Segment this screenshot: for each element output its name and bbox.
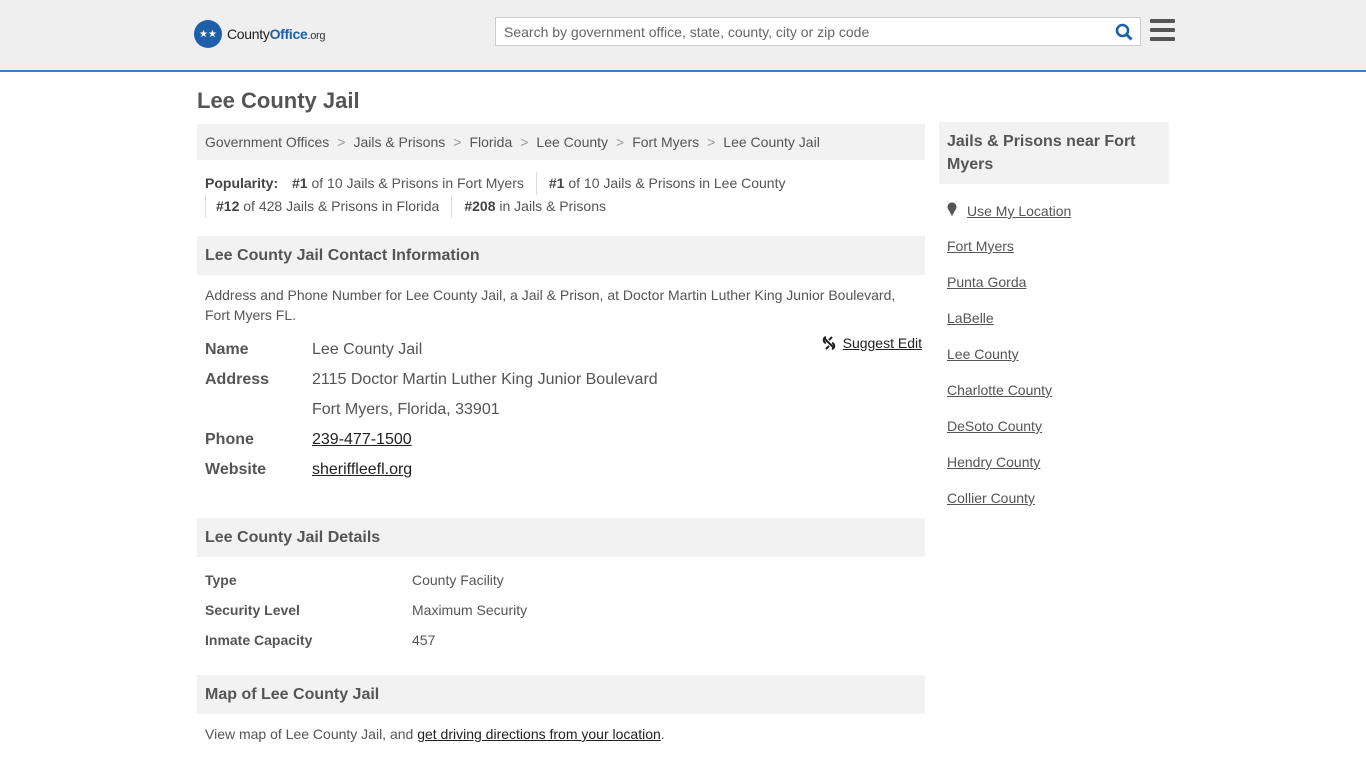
- map-text: View map of Lee County Jail, and get dri…: [205, 726, 665, 742]
- popularity-item: #1 of 10 Jails & Prisons in Fort Myers: [292, 175, 524, 191]
- sidebar-link[interactable]: LaBelle: [947, 310, 994, 326]
- breadcrumb-item[interactable]: Fort Myers: [632, 134, 699, 150]
- map-marker-icon: [947, 202, 957, 216]
- suggest-edit[interactable]: Suggest Edit: [821, 335, 922, 351]
- breadcrumb-item[interactable]: Jails & Prisons: [353, 134, 445, 150]
- suggest-edit-link[interactable]: Suggest Edit: [843, 335, 922, 351]
- search-button[interactable]: [1108, 18, 1140, 45]
- website-label: Website: [205, 461, 267, 478]
- contact-heading: Lee County Jail Contact Information: [197, 236, 925, 275]
- phone-link[interactable]: 239-477-1500: [312, 431, 412, 448]
- breadcrumb-item[interactable]: Government Offices: [205, 134, 329, 150]
- sidebar-link[interactable]: Lee County: [947, 346, 1019, 362]
- sidebar-link[interactable]: Collier County: [947, 490, 1035, 506]
- breadcrumb-item[interactable]: Lee County Jail: [723, 134, 820, 150]
- breadcrumb: Government Offices > Jails & Prisons > Flori…: [197, 124, 925, 160]
- logo[interactable]: ★★ CountyOffice.org: [194, 20, 326, 48]
- name-label: Name: [205, 341, 249, 358]
- breadcrumb-separator: >: [453, 134, 462, 150]
- breadcrumb-separator: >: [337, 134, 346, 150]
- details-heading: Lee County Jail Details: [197, 518, 925, 557]
- detail-label: Security Level: [205, 602, 300, 618]
- popularity-item: #12 of 428 Jails & Prisons in Florida: [205, 195, 451, 218]
- logo-eagle-icon: ★★: [194, 20, 222, 48]
- breadcrumb-separator: >: [520, 134, 529, 150]
- address-line2: Fort Myers, Florida, 33901: [312, 401, 500, 418]
- hamburger-menu-icon[interactable]: [1150, 19, 1175, 46]
- sidebar-link[interactable]: Charlotte County: [947, 382, 1052, 398]
- logo-suffix: .org: [307, 30, 326, 42]
- logo-text-bold: Office: [269, 26, 308, 42]
- popularity-item: #208 in Jails & Prisons: [451, 195, 618, 218]
- detail-value: Maximum Security: [412, 602, 528, 618]
- logo-text: County: [227, 26, 270, 42]
- detail-label: Inmate Capacity: [205, 632, 313, 648]
- sidebar-link[interactable]: Fort Myers: [947, 238, 1014, 254]
- address-label: Address: [205, 371, 270, 388]
- sidebar-link[interactable]: DeSoto County: [947, 418, 1042, 434]
- name-value: Lee County Jail: [312, 341, 423, 358]
- site-header: ★★ CountyOffice.org: [0, 0, 1366, 72]
- website-link[interactable]: sheriffleefl.org: [312, 461, 412, 478]
- breadcrumb-item[interactable]: Lee County: [536, 134, 608, 150]
- search-icon: [1115, 23, 1133, 41]
- page-title: Lee County Jail: [197, 88, 360, 113]
- sidebar: Jails & Prisons near Fort Myers Use My L…: [939, 122, 1169, 544]
- popularity-item: #1 of 10 Jails & Prisons in Lee County: [535, 172, 798, 195]
- detail-label: Type: [205, 572, 237, 588]
- search-bar: [495, 17, 1141, 46]
- breadcrumb-item[interactable]: Florida: [469, 134, 512, 150]
- detail-value: 457: [412, 632, 436, 648]
- contact-description: Address and Phone Number for Lee County …: [205, 287, 896, 323]
- breadcrumb-separator: >: [616, 134, 625, 150]
- detail-value: County Facility: [412, 572, 504, 588]
- sidebar-heading: Jails & Prisons near Fort Myers: [939, 122, 1169, 184]
- sidebar-link[interactable]: Hendry County: [947, 454, 1040, 470]
- search-input[interactable]: [496, 23, 1108, 40]
- use-my-location-link[interactable]: Use My Location: [967, 203, 1071, 219]
- address-line1: 2115 Doctor Martin Luther King Junior Bo…: [312, 371, 658, 388]
- phone-label: Phone: [205, 431, 254, 448]
- driving-directions-link[interactable]: get driving directions from your locatio…: [417, 726, 661, 742]
- breadcrumb-separator: >: [707, 134, 716, 150]
- popularity: Popularity: #1 of 10 Jails & Prisons in …: [197, 160, 925, 218]
- unlink-icon: [822, 336, 835, 350]
- map-heading: Map of Lee County Jail: [197, 675, 925, 714]
- sidebar-link[interactable]: Punta Gorda: [947, 274, 1026, 290]
- popularity-label: Popularity:: [205, 175, 279, 191]
